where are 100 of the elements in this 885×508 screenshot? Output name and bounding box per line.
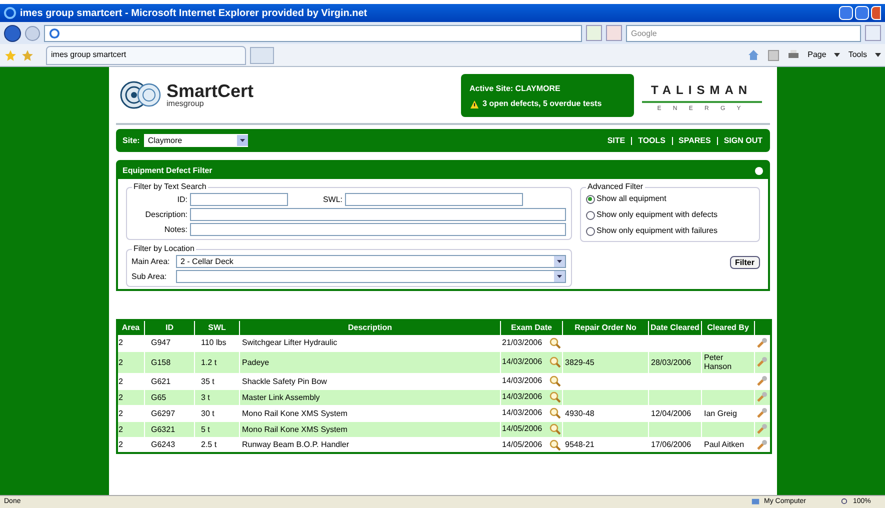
search-button[interactable] <box>865 25 881 41</box>
stop-button[interactable] <box>606 25 622 41</box>
window-title: imes group smartcert - Microsoft Internet Explorer provided by Virgin.net <box>20 6 368 20</box>
warning-icon <box>470 100 478 108</box>
address-field[interactable] <box>44 24 582 42</box>
field-label: ID: <box>176 194 188 206</box>
table-cell: G6321 <box>151 424 176 434</box>
magnifier-icon[interactable] <box>549 375 561 387</box>
table-cell: 110 lbs <box>201 338 226 348</box>
field-label: Description: <box>144 208 188 220</box>
table-cell: 2.5 t <box>201 440 217 450</box>
back-button[interactable] <box>4 24 21 42</box>
table-cell: 12/04/2006 <box>651 408 692 418</box>
nav-link[interactable]: SPARES <box>678 134 711 146</box>
table-cell: 2 <box>118 392 123 402</box>
table-cell: 9548-21 <box>565 440 594 450</box>
table-cell: G621 <box>151 376 171 386</box>
magnifier-icon[interactable] <box>549 336 561 349</box>
field-label: Sub Area: <box>132 270 168 282</box>
home-icon[interactable] <box>746 49 760 61</box>
radio-option[interactable]: Show all equipment <box>586 193 754 205</box>
table-cell: 14/05/2006 <box>502 423 542 435</box>
table-cell: 14/03/2006 <box>502 407 542 419</box>
magnifier-icon[interactable] <box>549 391 561 403</box>
minimize-button[interactable] <box>839 6 853 20</box>
table-cell: Ian Greig <box>704 408 737 418</box>
forward-button[interactable] <box>25 26 40 40</box>
new-tab-button[interactable] <box>250 46 274 64</box>
computer-icon <box>751 498 760 506</box>
table-cell: G947 <box>151 338 171 348</box>
field-label: Main Area: <box>132 256 171 268</box>
table-cell: Padeye <box>242 358 270 366</box>
command-menu[interactable]: Tools <box>848 49 867 61</box>
table-cell: 1.2 t <box>201 358 217 366</box>
table-cell: 2 <box>118 358 123 366</box>
command-menu[interactable]: Page <box>808 49 826 61</box>
table-cell: Peter Hanson <box>704 353 732 371</box>
text-input[interactable] <box>190 223 566 236</box>
table-cell: 14/03/2006 <box>502 391 542 403</box>
radio-button[interactable] <box>586 194 594 204</box>
magnifier-icon[interactable] <box>549 407 561 419</box>
table-cell: 21/03/2006 <box>502 336 542 349</box>
table-cell: 14/03/2006 <box>502 356 542 368</box>
refresh-button[interactable] <box>586 25 602 41</box>
group-legend: Advanced Filter <box>586 181 646 193</box>
star-icon[interactable] <box>4 48 17 62</box>
table-cell: G6297 <box>151 408 176 418</box>
radio-option[interactable]: Show only equipment with defects <box>586 209 754 221</box>
table-cell: 14/05/2006 <box>502 438 542 451</box>
text-input[interactable] <box>344 193 522 206</box>
table-cell: 28/03/2006 <box>651 358 692 366</box>
table-cell: Mono Rail Kone XMS System <box>242 408 348 418</box>
filter-button[interactable]: Filter <box>730 256 760 269</box>
browser-icon <box>49 28 60 38</box>
nav-link[interactable]: SIGN OUT <box>724 134 762 146</box>
logo-subtitle: imesgroup <box>166 100 205 108</box>
text-input[interactable] <box>190 193 288 206</box>
nav-link[interactable]: TOOLS <box>638 134 666 146</box>
zoom-icon[interactable] <box>841 498 849 506</box>
printer-icon[interactable] <box>786 49 800 61</box>
table-cell: 3 t <box>201 392 210 402</box>
group-legend: Filter by Location <box>132 243 196 255</box>
magnifier-icon[interactable] <box>549 438 561 451</box>
magnifier-icon[interactable] <box>549 423 561 435</box>
site-label: Site: <box>122 134 140 146</box>
table-cell: G6243 <box>151 440 176 450</box>
panel-title: Equipment Defect Filter <box>122 164 212 176</box>
table-cell: Runway Beam B.O.P. Handler <box>242 440 350 450</box>
radio-button[interactable] <box>586 210 594 220</box>
close-button[interactable] <box>871 6 881 20</box>
area-dropdown[interactable] <box>176 270 566 283</box>
search-field[interactable]: Google <box>626 24 861 42</box>
text-input[interactable] <box>190 208 566 221</box>
maximize-button[interactable] <box>855 6 869 20</box>
caret-icon <box>834 53 840 57</box>
radio-option[interactable]: Show only equipment with failures <box>586 225 754 237</box>
table-cell: Switchgear Lifter Hydraulic <box>242 338 338 348</box>
table-cell: 30 t <box>201 408 214 418</box>
star-icon[interactable] <box>21 48 34 62</box>
table-cell: 2 <box>118 338 123 348</box>
table-cell: 2 <box>118 408 123 418</box>
magnifier-icon[interactable] <box>549 356 561 368</box>
table-cell: Paul Aitken <box>704 440 744 450</box>
table-cell: 35 t <box>201 376 214 386</box>
browser-icon <box>4 7 16 19</box>
area-dropdown[interactable]: 2 - Cellar Deck <box>176 255 566 268</box>
feed-button[interactable] <box>768 50 779 60</box>
site-dropdown[interactable]: Claymore <box>144 134 248 147</box>
nav-link[interactable]: SITE <box>607 134 626 146</box>
browser-tab[interactable]: imes group smartcert <box>46 46 246 64</box>
logo-title: SmartCert <box>166 82 254 100</box>
collapse-icon[interactable] <box>754 166 762 174</box>
table-cell: Shackle Safety Pin Bow <box>242 376 327 386</box>
table-cell: 4930-48 <box>565 408 594 418</box>
table-cell: 5 t <box>201 424 210 434</box>
table-cell: G158 <box>151 358 171 366</box>
table-cell: 3829-45 <box>565 358 594 366</box>
radio-button[interactable] <box>586 226 594 236</box>
logo-rings-icon <box>118 80 162 110</box>
table-cell: 2 <box>118 424 123 434</box>
